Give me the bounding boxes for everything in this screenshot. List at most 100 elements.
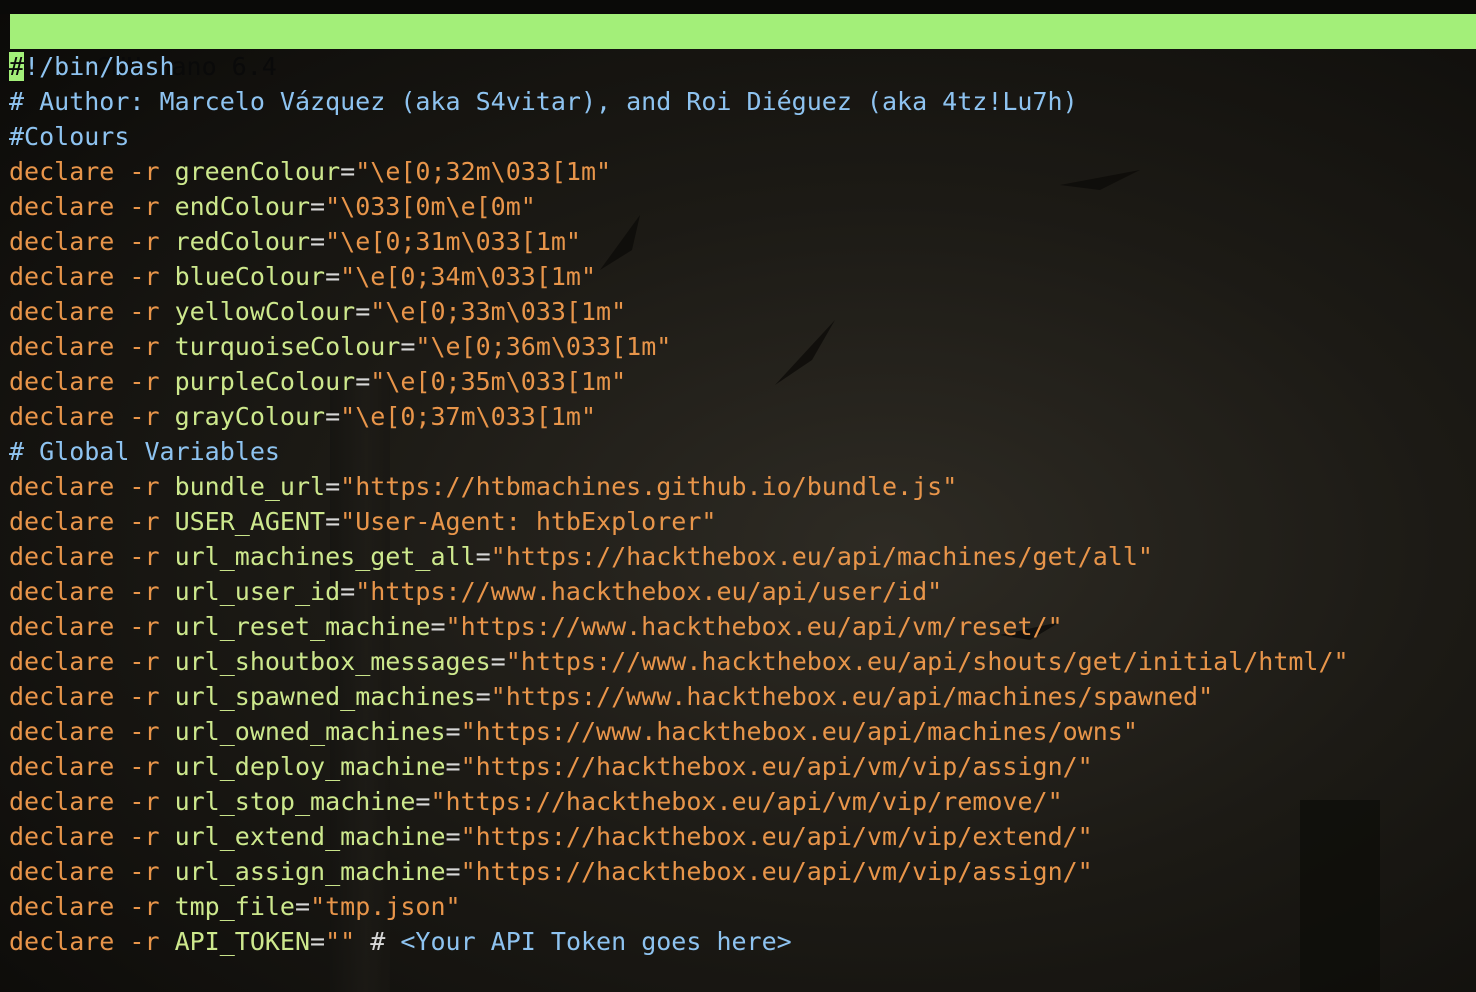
code-line[interactable]: #!/bin/bash	[9, 49, 1469, 84]
string-value: "tmp.json"	[310, 892, 461, 921]
code-line[interactable]: declare -r purpleColour="\e[0;35m\033[1m…	[9, 364, 1469, 399]
string-value: "https://hackthebox.eu/api/vm/vip/assign…	[460, 752, 1093, 781]
declare-keyword: declare -r	[9, 507, 175, 536]
code-line[interactable]: declare -r url_machines_get_all="https:/…	[9, 539, 1469, 574]
variable-name: url_user_id	[174, 577, 341, 606]
assign-operator: =	[445, 857, 461, 886]
declare-keyword: declare -r	[9, 192, 175, 221]
code-line[interactable]: declare -r url_deploy_machine="https://h…	[9, 749, 1469, 784]
variable-name: url_spawned_machines	[174, 682, 476, 711]
variable-name: url_owned_machines	[174, 717, 446, 746]
variable-name: url_machines_get_all	[174, 542, 476, 571]
code-line[interactable]: declare -r url_shoutbox_messages="https:…	[9, 644, 1469, 679]
assign-operator: =	[475, 682, 491, 711]
variable-name: url_assign_machine	[174, 857, 446, 886]
code-line[interactable]: # Global Variables	[9, 434, 1469, 469]
inline-comment: <Your API Token goes here>	[400, 927, 792, 956]
assign-operator: =	[340, 157, 356, 186]
variable-name: url_extend_machine	[174, 822, 446, 851]
assign-operator: =	[310, 227, 326, 256]
string-value: "User-Agent: htbExplorer"	[340, 507, 717, 536]
assign-operator: =	[490, 647, 506, 676]
comment-hash: #	[355, 927, 401, 956]
variable-name: endColour	[174, 192, 311, 221]
code-line[interactable]: declare -r blueColour="\e[0;34m\033[1m"	[9, 259, 1469, 294]
assign-operator: =	[415, 787, 431, 816]
string-value: "https://hackthebox.eu/api/vm/vip/assign…	[460, 857, 1093, 886]
nano-title-bar: GNU nano 6.4	[10, 14, 1476, 81]
declare-keyword: declare -r	[9, 752, 175, 781]
assign-operator: =	[445, 752, 461, 781]
declare-keyword: declare -r	[9, 647, 175, 676]
variable-name: url_deploy_machine	[174, 752, 446, 781]
variable-name: url_stop_machine	[174, 787, 416, 816]
declare-keyword: declare -r	[9, 367, 175, 396]
string-value: "\e[0;36m\033[1m"	[415, 332, 672, 361]
code-line[interactable]: declare -r yellowColour="\e[0;33m\033[1m…	[9, 294, 1469, 329]
code-line[interactable]: declare -r url_reset_machine="https://ww…	[9, 609, 1469, 644]
string-value: "\e[0;32m\033[1m"	[355, 157, 612, 186]
assign-operator: =	[445, 822, 461, 851]
declare-keyword: declare -r	[9, 402, 175, 431]
declare-keyword: declare -r	[9, 717, 175, 746]
code-line[interactable]: declare -r url_spawned_machines="https:/…	[9, 679, 1469, 714]
string-value: "https://hackthebox.eu/api/vm/vip/extend…	[460, 822, 1093, 851]
shebang-text: !/bin/bash	[24, 52, 175, 81]
declare-keyword: declare -r	[9, 927, 175, 956]
code-line[interactable]: declare -r url_stop_machine="https://hac…	[9, 784, 1469, 819]
string-value: "\e[0;37m\033[1m"	[340, 402, 597, 431]
string-value: "https://www.hackthebox.eu/api/machines/…	[490, 682, 1214, 711]
declare-keyword: declare -r	[9, 542, 175, 571]
variable-name: turquoiseColour	[174, 332, 401, 361]
string-value: "https://hackthebox.eu/api/machines/get/…	[490, 542, 1153, 571]
string-value: "https://www.hackthebox.eu/api/user/id"	[355, 577, 943, 606]
variable-name: grayColour	[174, 402, 326, 431]
code-line[interactable]: declare -r greenColour="\e[0;32m\033[1m"	[9, 154, 1469, 189]
assign-operator: =	[325, 507, 341, 536]
declare-keyword: declare -r	[9, 612, 175, 641]
declare-keyword: declare -r	[9, 892, 175, 921]
string-value: ""	[325, 927, 356, 956]
declare-keyword: declare -r	[9, 297, 175, 326]
assign-operator: =	[475, 542, 491, 571]
declare-keyword: declare -r	[9, 682, 175, 711]
string-value: "\e[0;33m\033[1m"	[370, 297, 627, 326]
string-value: "https://www.hackthebox.eu/api/machines/…	[460, 717, 1138, 746]
code-line[interactable]: declare -r API_TOKEN="" # <Your API Toke…	[9, 924, 1469, 959]
variable-name: tmp_file	[174, 892, 295, 921]
assign-operator: =	[430, 612, 446, 641]
declare-keyword: declare -r	[9, 577, 175, 606]
editor-buffer[interactable]: #!/bin/bash # Author: Marcelo Vázquez (ak…	[9, 49, 1469, 959]
assign-operator: =	[310, 927, 326, 956]
code-line[interactable]: #Colours	[9, 119, 1469, 154]
declare-keyword: declare -r	[9, 857, 175, 886]
variable-name: yellowColour	[174, 297, 356, 326]
assign-operator: =	[400, 332, 416, 361]
code-line[interactable]: declare -r bundle_url="https://htbmachin…	[9, 469, 1469, 504]
assign-operator: =	[355, 297, 371, 326]
comment-text: # Author: Marcelo Vázquez (aka S4vitar),…	[9, 87, 1078, 116]
code-line[interactable]: declare -r tmp_file="tmp.json"	[9, 889, 1469, 924]
assign-operator: =	[355, 367, 371, 396]
code-line[interactable]: declare -r endColour="\033[0m\e[0m"	[9, 189, 1469, 224]
code-line[interactable]: declare -r url_extend_machine="https://h…	[9, 819, 1469, 854]
variable-name: greenColour	[174, 157, 341, 186]
string-value: "https://www.hackthebox.eu/api/shouts/ge…	[505, 647, 1349, 676]
declare-keyword: declare -r	[9, 157, 175, 186]
code-line[interactable]: declare -r url_user_id="https://www.hack…	[9, 574, 1469, 609]
assign-operator: =	[310, 192, 326, 221]
code-line[interactable]: declare -r url_assign_machine="https://h…	[9, 854, 1469, 889]
top-strip	[0, 0, 1476, 14]
code-line[interactable]: # Author: Marcelo Vázquez (aka S4vitar),…	[9, 84, 1469, 119]
variable-name: USER_AGENT	[174, 507, 326, 536]
code-line[interactable]: declare -r USER_AGENT="User-Agent: htbEx…	[9, 504, 1469, 539]
declare-keyword: declare -r	[9, 332, 175, 361]
code-line[interactable]: declare -r grayColour="\e[0;37m\033[1m"	[9, 399, 1469, 434]
code-line[interactable]: declare -r redColour="\e[0;31m\033[1m"	[9, 224, 1469, 259]
string-value: "https://htbmachines.github.io/bundle.js…	[340, 472, 958, 501]
string-value: "https://www.hackthebox.eu/api/vm/reset/…	[445, 612, 1063, 641]
code-line[interactable]: declare -r turquoiseColour="\e[0;36m\033…	[9, 329, 1469, 364]
declare-keyword: declare -r	[9, 787, 175, 816]
code-line[interactable]: declare -r url_owned_machines="https://w…	[9, 714, 1469, 749]
string-value: "https://hackthebox.eu/api/vm/vip/remove…	[430, 787, 1063, 816]
